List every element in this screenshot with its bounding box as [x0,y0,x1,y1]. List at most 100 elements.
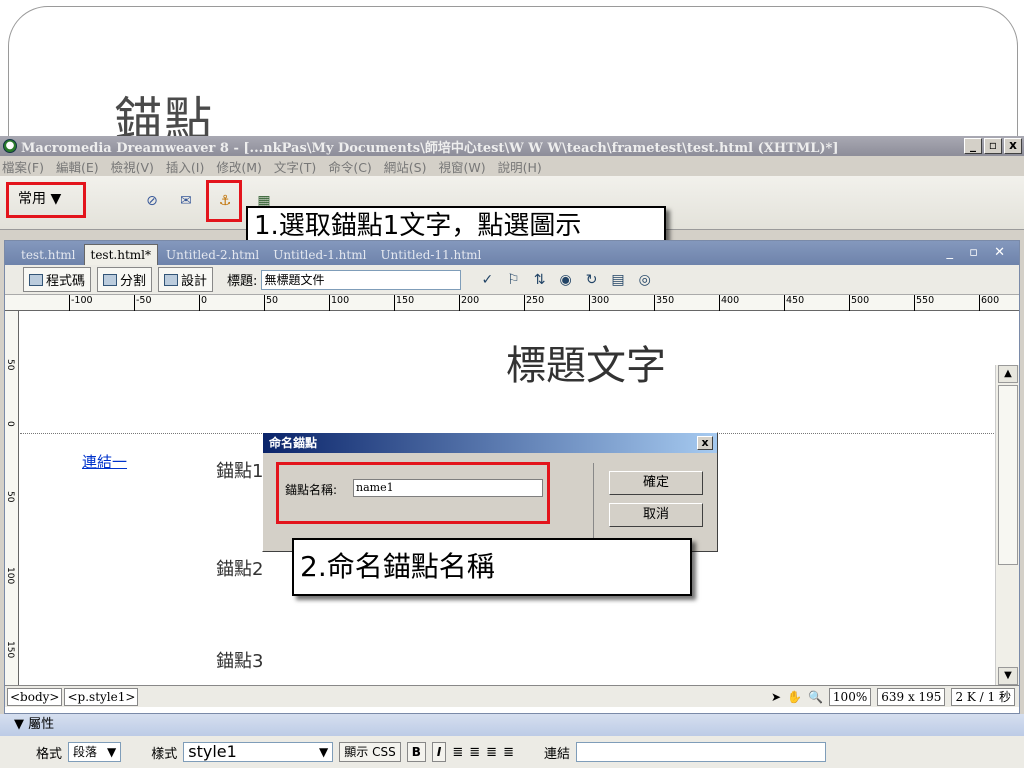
file-management-icon[interactable]: ⇅ [534,272,546,288]
restore-button[interactable]: ▫ [984,138,1002,154]
tab-untitled-1[interactable]: Untitled-1.html [267,245,372,265]
dialog-close-button[interactable]: x [697,436,713,450]
chevron-down-icon: ▼ [319,745,329,759]
scroll-up-icon[interactable]: ▲ [998,365,1018,383]
ok-button[interactable]: 確定 [609,471,703,495]
align-left-icon[interactable]: ≣ [452,745,463,760]
menu-file[interactable]: 檔案(F) [2,157,44,176]
menu-insert[interactable]: 插入(I) [166,157,204,176]
tab-test-html[interactable]: test.html [15,245,82,265]
zoom-select[interactable]: 100% [828,688,872,706]
ruler-tick: 300 [589,295,609,311]
email-link-icon[interactable]: ✉ [176,192,196,210]
properties-header[interactable]: ▼ 屬性 [0,714,1024,736]
ruler-tick: 500 [849,295,869,311]
tab-test-html-modified[interactable]: test.html* [83,244,158,265]
properties-row: 格式 段落 ▼ 樣式 style1 ▼ 顯示 CSS B I ≣ ≣ ≣ ≣ 連結 [0,736,1024,768]
window-title: Macromedia Dreamweaver 8 - [...nkPas\My … [21,140,839,156]
title-label: 標題: [227,274,258,289]
dreamweaver-logo-icon: ● [3,139,17,153]
vertical-ruler: 50 0 50 100 150 [5,311,19,685]
hyperlink-icon[interactable]: ⊘ [142,192,162,210]
justify-icon[interactable]: ≣ [503,745,514,760]
vertical-scrollbar[interactable]: ▲ ▼ [995,365,1019,685]
hand-tool-icon[interactable]: ✋ [787,690,802,704]
cancel-button[interactable]: 取消 [609,503,703,527]
select-tool-icon[interactable]: ➤ [771,690,781,704]
menu-help[interactable]: 說明(H) [498,157,542,176]
format-select[interactable]: 段落 ▼ [68,742,122,762]
anchor-1-text[interactable]: 錨點1 [216,457,263,483]
ruler-tick: 200 [459,295,479,311]
ruler-mark: 0 [5,421,15,427]
scroll-down-icon[interactable]: ▼ [998,667,1018,685]
properties-panel: ▼ 屬性 格式 段落 ▼ 樣式 style1 ▼ 顯示 CSS B I ≣ ≣ ≣ … [0,714,1024,768]
chevron-down-icon: ▼ [107,745,117,759]
highlight-anchor-icon [206,180,242,222]
tab-untitled-2[interactable]: Untitled-2.html [160,245,265,265]
align-center-icon[interactable]: ≣ [469,745,480,760]
tab-untitled-11[interactable]: Untitled-11.html [374,245,487,265]
menu-site[interactable]: 網站(S) [384,157,427,176]
tag-body[interactable]: <body> [7,687,63,706]
scroll-thumb[interactable] [998,385,1018,565]
code-view-button[interactable]: 程式碼 [23,267,92,292]
link-input[interactable] [575,742,826,762]
zoom-tool-icon[interactable]: 🔍 [808,690,823,704]
italic-button[interactable]: I [431,742,447,762]
split-icon [103,273,118,286]
ruler-tick: 600 [979,295,999,311]
ruler-tick: 100 [329,295,349,311]
design-view-button[interactable]: 設計 [158,267,214,292]
callout-step2: 2.命名錨點名稱 [292,538,692,596]
close-button[interactable]: x [1004,138,1022,154]
status-bar: <body> <p.style1> ➤ ✋ 🔍 100% 639 x 195 2… [5,685,1019,707]
ruler-tick: 400 [719,295,739,311]
ruler-tick: 350 [654,295,674,311]
menu-window[interactable]: 視窗(W) [439,157,486,176]
menu-commands[interactable]: 命令(C) [328,157,371,176]
document-window-controls[interactable]: _ ▫ ✕ [947,245,1011,260]
visual-aids-icon[interactable]: ◎ [639,272,651,288]
ruler-tick: 550 [914,295,934,311]
menu-modify[interactable]: 修改(M) [216,157,262,176]
anchor-2-text[interactable]: 錨點2 [216,555,263,581]
validate-icon[interactable]: ✓ [481,272,493,288]
menu-view[interactable]: 檢視(V) [111,157,154,176]
dialog-separator [593,463,594,547]
ruler-mark: 50 [5,491,15,503]
dialog-title: 命名錨點 [263,433,717,453]
align-right-icon[interactable]: ≣ [486,745,497,760]
ruler-tick: 0 [199,295,207,311]
horizontal-ruler: -100 -50 0 50 100 150 200 250 300 350 400 450 500 550… [5,295,1019,311]
ruler-mark: 100 [5,567,15,585]
tag-p-style1[interactable]: <p.style1> [64,687,139,706]
window-size[interactable]: 639 x 195 [877,688,946,706]
menu-edit[interactable]: 編輯(E) [56,157,99,176]
menu-text[interactable]: 文字(T) [274,157,316,176]
show-css-button[interactable]: 顯示 CSS [339,742,401,762]
minimize-button[interactable]: _ [964,138,982,154]
design-icon [164,273,179,286]
link-one[interactable]: 連結一 [82,451,127,472]
style-label: 樣式 [151,746,178,762]
menu-bar: 檔案(F) 編輯(E) 檢視(V) 插入(I) 修改(M) 文字(T) 命令(C… [0,156,1024,176]
anchor-3-text[interactable]: 錨點3 [216,647,263,673]
status-right: ➤ ✋ 🔍 100% 639 x 195 2 K / 1 秒 [771,688,1015,706]
browser-check-icon[interactable]: ⚐ [507,272,520,288]
bold-button[interactable]: B [406,742,426,762]
ruler-mark: 50 [5,359,15,371]
document-title-input[interactable]: 無標題文件 [261,269,462,290]
ruler-tick: 450 [784,295,804,311]
style-select[interactable]: style1 ▼ [183,742,334,762]
preview-browser-icon[interactable]: ◉ [559,272,571,288]
split-view-button[interactable]: 分割 [97,267,153,292]
download-size: 2 K / 1 秒 [951,688,1015,706]
refresh-icon[interactable]: ↻ [586,272,598,288]
view-options-icon[interactable]: ▤ [611,272,624,288]
format-label: 格式 [36,746,63,762]
ruler-tick: 50 [264,295,278,311]
ruler-tick: -50 [134,295,152,311]
document-tabs: test.html test.html* Untitled-2.html Unt… [5,241,1019,265]
code-icon [29,273,43,286]
